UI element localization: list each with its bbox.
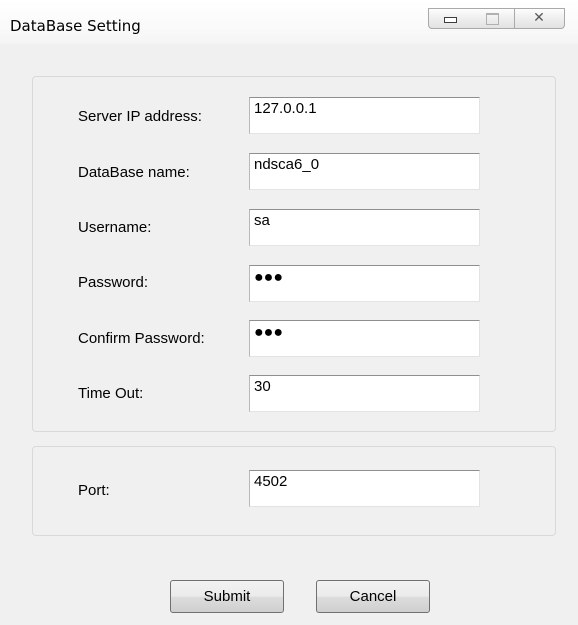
close-button[interactable]: ✕ [515, 8, 565, 29]
database-setting-window: DataBase Setting ✕ Server IP address: 12… [0, 0, 578, 625]
submit-button[interactable]: Submit [170, 580, 284, 613]
title-bar[interactable]: DataBase Setting ✕ [0, 0, 578, 44]
minimize-icon [444, 17, 457, 23]
password-label: Password: [78, 274, 149, 291]
cancel-button[interactable]: Cancel [316, 580, 430, 613]
port-input[interactable]: 4502 [249, 470, 480, 507]
timeout-label: Time Out: [78, 385, 144, 402]
password-input[interactable]: ●●● [249, 265, 480, 302]
window-title: DataBase Setting [10, 17, 141, 35]
minimize-button[interactable] [428, 8, 472, 29]
timeout-input[interactable]: 30 [249, 375, 480, 412]
server-ip-input[interactable]: 127.0.0.1 [249, 97, 480, 134]
close-icon: ✕ [533, 10, 545, 26]
confirm-password-input[interactable]: ●●● [249, 320, 480, 357]
username-label: Username: [78, 219, 152, 236]
confirm-password-label: Confirm Password: [78, 330, 205, 347]
database-name-input[interactable]: ndsca6_0 [249, 153, 480, 190]
username-input[interactable]: sa [249, 209, 480, 246]
maximize-icon [486, 13, 499, 25]
database-name-label: DataBase name: [78, 164, 190, 181]
maximize-button [471, 8, 515, 29]
port-label: Port: [78, 482, 110, 499]
server-ip-label: Server IP address: [78, 108, 202, 125]
